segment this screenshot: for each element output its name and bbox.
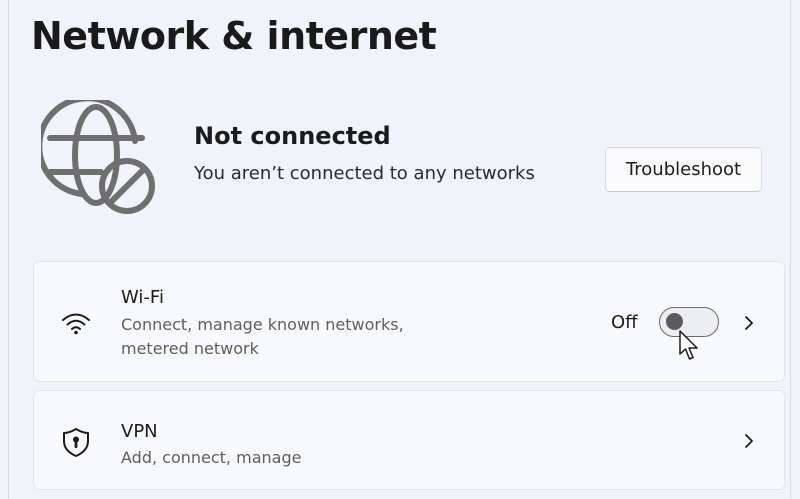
chevron-right-icon[interactable] <box>739 313 759 333</box>
vpn-title: VPN <box>121 421 158 442</box>
wifi-icon <box>62 313 90 335</box>
settings-window: Network & internet Not connected You are… <box>8 0 791 499</box>
page-title: Network & internet <box>31 14 437 58</box>
wifi-toggle-state-label: Off <box>611 312 638 333</box>
troubleshoot-button[interactable]: Troubleshoot <box>605 147 762 192</box>
wifi-toggle-knob <box>666 313 683 330</box>
wifi-title: Wi-Fi <box>121 287 164 308</box>
globe-blocked-icon <box>41 100 155 214</box>
chevron-right-icon[interactable] <box>739 431 759 451</box>
shield-icon <box>63 428 89 457</box>
wifi-description: Connect, manage known networks, metered … <box>121 315 404 358</box>
wifi-settings-row[interactable]: Wi-Fi Connect, manage known networks, me… <box>33 261 785 382</box>
wifi-toggle[interactable] <box>659 307 719 337</box>
connection-status-subtitle: You aren’t connected to any networks <box>194 163 535 184</box>
vpn-settings-row[interactable]: VPN Add, connect, manage <box>33 390 785 490</box>
connection-status-title: Not connected <box>194 122 391 150</box>
vpn-description: Add, connect, manage <box>121 448 302 467</box>
